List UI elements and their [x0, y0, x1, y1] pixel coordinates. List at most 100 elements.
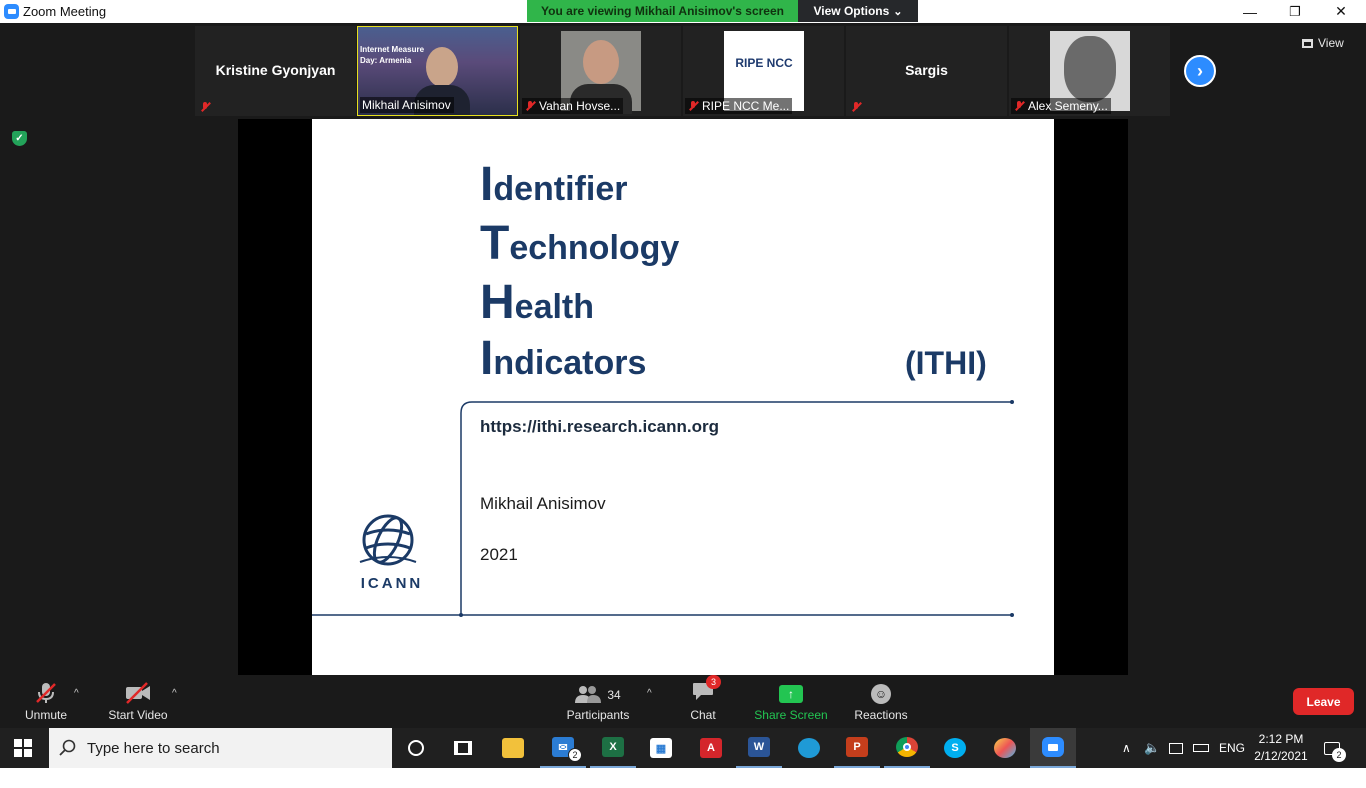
taskbar-edge[interactable] — [786, 728, 832, 768]
notifications-button[interactable]: 2 — [1324, 728, 1346, 768]
taskbar-store[interactable]: ▦ — [638, 728, 684, 768]
next-page-button[interactable]: › — [1184, 55, 1216, 87]
chat-badge: 3 — [706, 675, 721, 689]
participant-name: Vahan Hovse... — [539, 99, 621, 113]
participant-name: Sargis — [905, 62, 948, 78]
clock[interactable]: 2:12 PM 2/12/2021 — [1250, 728, 1312, 768]
presentation-slide: Identifier Technology Health Indicators … — [312, 119, 1054, 675]
mic-muted-icon — [687, 100, 699, 112]
participant-label: Mikhail Anisimov — [360, 97, 454, 113]
participant-label: Alex Semeny... — [1011, 98, 1111, 114]
taskbar-excel[interactable]: X — [590, 728, 636, 768]
unmute-button[interactable]: Unmute — [18, 675, 74, 728]
person-silhouette — [1064, 36, 1116, 102]
icann-globe-icon — [359, 514, 417, 566]
maximize-button[interactable]: ❐ — [1272, 0, 1318, 23]
participant-label — [848, 100, 865, 114]
reactions-label: Reactions — [854, 708, 908, 722]
video-options-caret-icon[interactable]: ^ — [172, 688, 177, 699]
tray-overflow-chevron-icon[interactable]: ∧ — [1122, 728, 1131, 768]
minimize-button[interactable]: — — [1227, 0, 1273, 23]
mic-muted-icon — [524, 100, 536, 112]
person-silhouette — [583, 40, 619, 84]
participant-tile-alex[interactable]: Alex Semeny... — [1009, 26, 1170, 116]
edge-icon — [798, 738, 820, 758]
video-overlay-text: Internet Measure Day: Armenia — [360, 44, 424, 66]
task-view-icon — [454, 741, 472, 755]
taskbar-mail[interactable]: ✉ 2 — [540, 728, 586, 768]
volume-icon[interactable]: 🔈 — [1144, 728, 1160, 768]
cortana-icon — [408, 740, 424, 756]
taskbar-search-box[interactable]: Type here to search — [49, 728, 392, 768]
task-view-button[interactable] — [440, 728, 486, 768]
clock-time: 2:12 PM — [1258, 732, 1304, 746]
participant-tile-sargis[interactable]: Sargis — [846, 26, 1007, 116]
slide-author: Mikhail Anisimov — [480, 494, 606, 513]
mic-muted-icon — [199, 101, 211, 113]
view-button[interactable]: View — [1302, 33, 1358, 53]
taskbar-powerpoint[interactable]: P — [834, 728, 880, 768]
person-silhouette — [426, 47, 458, 87]
participant-name: RIPE NCC Me... — [702, 99, 790, 113]
start-button[interactable] — [0, 728, 46, 768]
participants-label: Participants — [566, 708, 630, 722]
participants-button[interactable]: 34 Participants — [562, 675, 634, 728]
taskbar-file-explorer[interactable] — [490, 728, 536, 768]
view-options-label: View Options — [813, 4, 890, 18]
share-screen-label: Share Screen — [754, 708, 828, 722]
notifications-badge: 2 — [1332, 748, 1346, 762]
view-options-button[interactable]: View Options ⌄ — [798, 0, 918, 22]
start-video-button[interactable]: Start Video — [104, 675, 172, 728]
audio-options-caret-icon[interactable]: ^ — [74, 688, 79, 699]
search-icon — [59, 739, 76, 756]
taskbar-skype[interactable]: S — [932, 728, 978, 768]
windows-logo-icon — [14, 739, 32, 757]
participant-tile-mikhail[interactable]: Internet Measure Day: Armenia Mikhail An… — [357, 26, 518, 116]
participants-icon — [575, 686, 602, 703]
unmute-label: Unmute — [24, 708, 68, 722]
overlay-line: Internet Measure — [360, 45, 425, 54]
folder-icon — [502, 738, 524, 758]
ripe-logo-text: RIPE NCC — [735, 56, 793, 70]
chrome-icon — [896, 737, 918, 757]
participant-tile-kristine[interactable]: Kristine Gyonjyan — [195, 26, 356, 116]
taskbar-paint[interactable] — [982, 728, 1028, 768]
taskbar-zoom[interactable] — [1030, 728, 1076, 768]
share-screen-icon: ↑ — [779, 685, 803, 703]
encryption-shield-icon[interactable]: ✓ — [12, 131, 27, 146]
participant-tile-vahan[interactable]: Vahan Hovse... — [520, 26, 681, 116]
participant-name: Alex Semeny... — [1028, 99, 1108, 113]
store-icon: ▦ — [650, 738, 672, 758]
network-icon[interactable] — [1169, 728, 1183, 768]
participants-caret-icon[interactable]: ^ — [647, 688, 652, 699]
viewing-screen-banner: You are viewing Mikhail Anisimov's scree… — [527, 0, 798, 22]
mic-muted-icon — [1013, 100, 1025, 112]
chat-label: Chat — [690, 708, 716, 722]
share-screen-button[interactable]: ↑ Share Screen — [752, 675, 830, 728]
battery-icon[interactable] — [1193, 728, 1209, 768]
reactions-icon: ☺ — [871, 684, 891, 704]
screen-bottom-edge — [0, 768, 1366, 788]
chat-button[interactable]: 3 Chat — [682, 675, 724, 728]
participant-label — [197, 100, 214, 114]
taskbar-word[interactable]: W — [736, 728, 782, 768]
skype-icon: S — [944, 738, 966, 758]
leave-button[interactable]: Leave — [1293, 688, 1354, 715]
start-video-label: Start Video — [108, 708, 168, 722]
taskbar-acrobat[interactable]: A — [688, 728, 734, 768]
mail-badge: 2 — [568, 748, 582, 762]
icann-logo-text: ICANN — [360, 575, 424, 592]
taskbar-chrome[interactable] — [884, 728, 930, 768]
language-indicator[interactable]: ENG — [1219, 728, 1245, 768]
zoom-app-icon — [4, 4, 19, 19]
participant-name: Kristine Gyonjyan — [215, 62, 336, 78]
close-button[interactable]: ✕ — [1318, 0, 1364, 23]
reactions-button[interactable]: ☺ Reactions — [850, 675, 912, 728]
video-off-icon — [126, 682, 150, 704]
participant-tile-ripe[interactable]: RIPE NCC RIPE NCC Me... — [683, 26, 844, 116]
participants-count: 34 — [607, 688, 621, 702]
mic-muted-icon — [36, 683, 56, 703]
cortana-button[interactable] — [393, 728, 439, 768]
paint-icon — [994, 738, 1016, 758]
gallery-icon — [1302, 38, 1313, 48]
